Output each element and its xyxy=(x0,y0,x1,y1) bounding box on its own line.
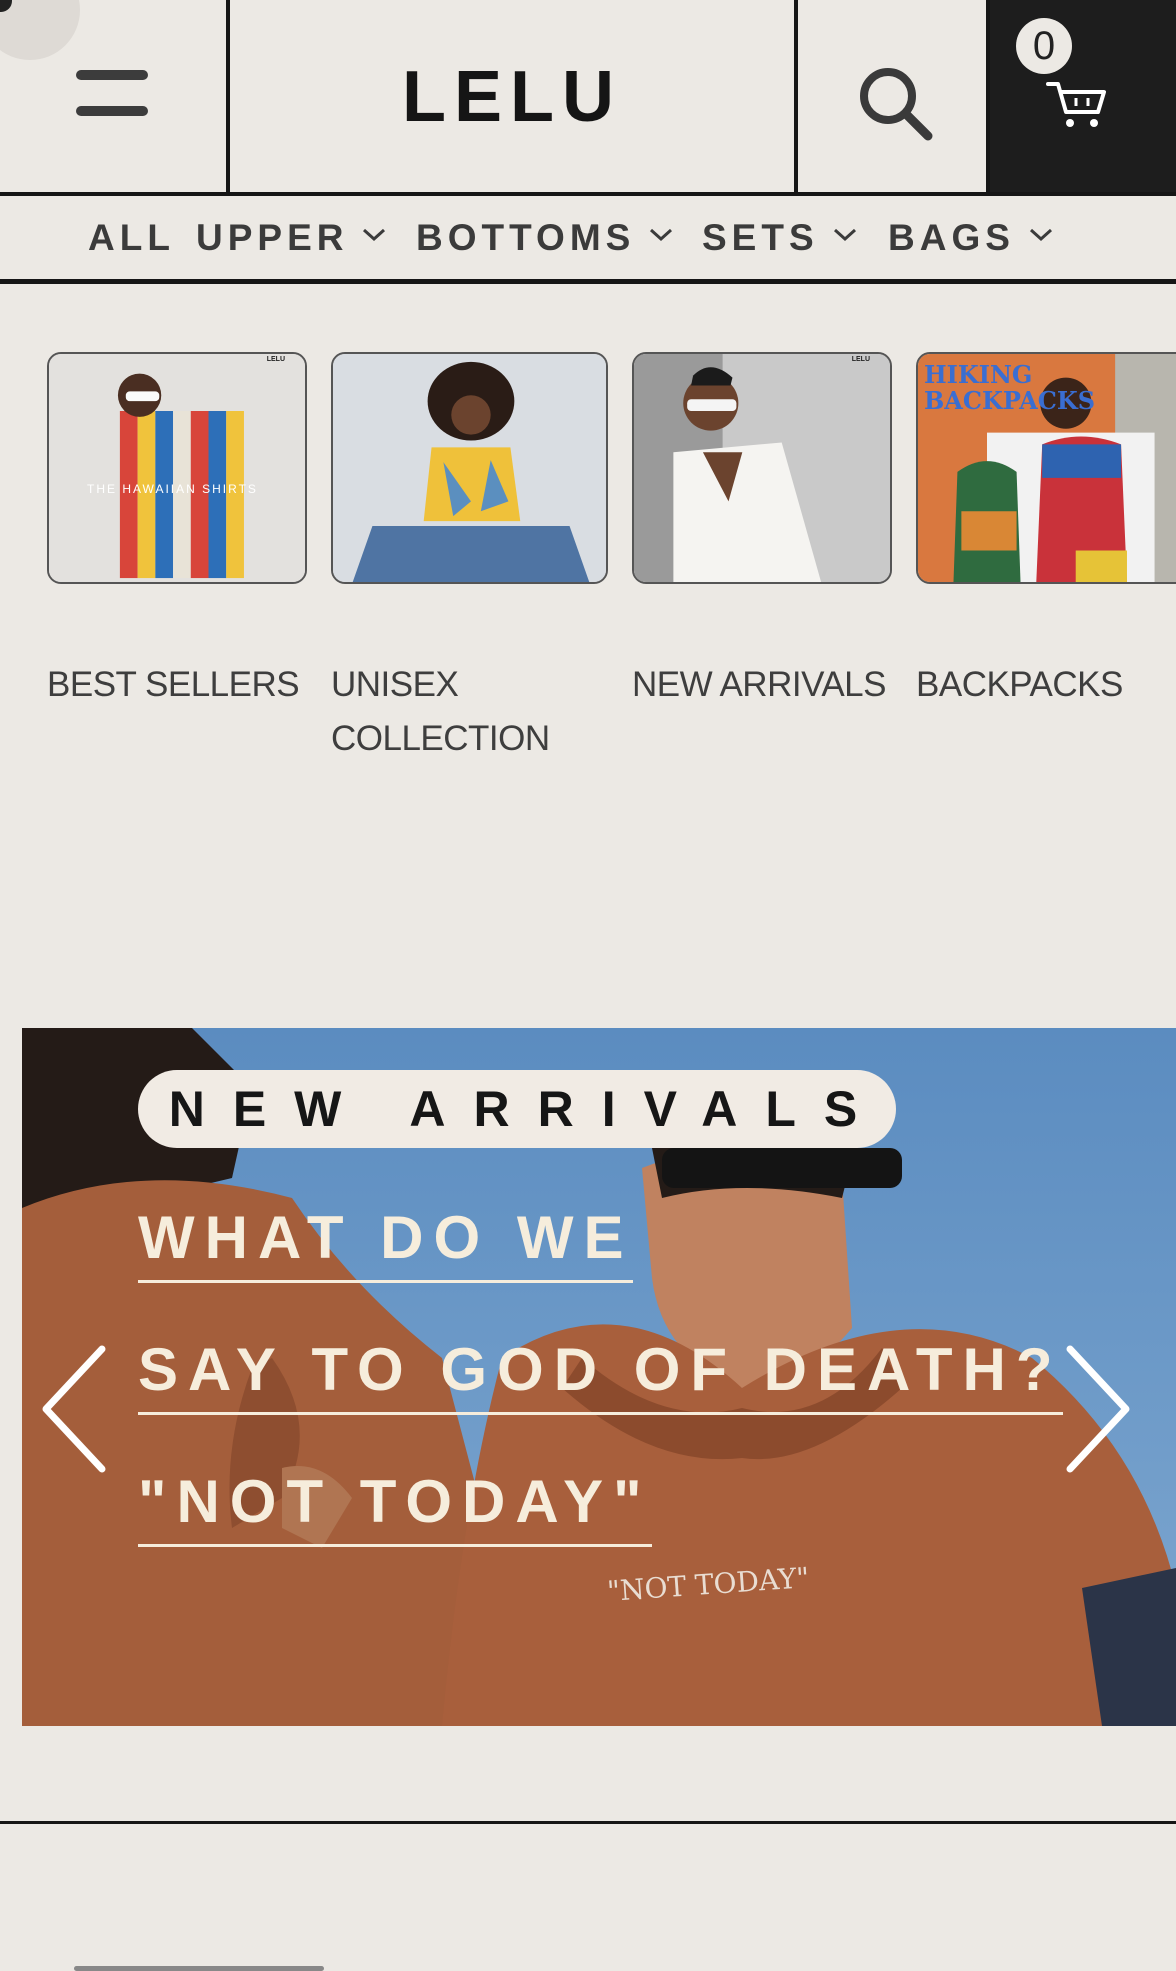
banner-headline-line-3: "NOT TODAY" xyxy=(138,1467,652,1547)
chevron-down-icon xyxy=(363,228,386,242)
chevron-right-icon[interactable] xyxy=(1062,1343,1134,1475)
logo-cell: LELU xyxy=(230,0,798,192)
chevron-down-icon xyxy=(1029,228,1052,242)
nav-item-label: UPPER xyxy=(196,217,349,258)
chevron-down-icon xyxy=(833,228,856,242)
section-divider xyxy=(0,1821,1176,1824)
site-logo[interactable]: LELU xyxy=(230,56,794,138)
nav-item-upper[interactable]: UPPER xyxy=(196,216,386,260)
collection-label-backpacks[interactable]: BACKPACKS xyxy=(916,658,1123,712)
chevron-down-icon xyxy=(650,228,673,242)
next-section-edge xyxy=(74,1966,324,1971)
menu-cell xyxy=(0,0,230,192)
corner-decoration xyxy=(0,0,80,60)
banner-headline-line-1: WHAT DO WE xyxy=(138,1203,634,1283)
tile-image-text: HIKING BACKPACKS xyxy=(924,360,1096,415)
nav-item-sets[interactable]: SETS xyxy=(702,216,857,260)
collection-label-new-arrivals[interactable]: NEW ARRIVALS xyxy=(632,658,886,712)
hamburger-icon[interactable] xyxy=(76,70,148,116)
nav-item-label: BAGS xyxy=(888,217,1015,258)
cart-cell[interactable]: 0 xyxy=(990,0,1176,192)
collection-label-best-sellers[interactable]: BEST SELLERS xyxy=(47,658,300,712)
tile-image-text: THE HAWAIIAN SHIRTS xyxy=(87,482,258,496)
collection-label-unisex[interactable]: UNISEX COLLECTION xyxy=(331,658,550,766)
banner-pill-label: NEW ARRIVALS xyxy=(138,1070,896,1148)
collection-image-unisex[interactable] xyxy=(331,352,608,584)
nav-item-label: BOTTOMS xyxy=(416,217,636,258)
chevron-left-icon[interactable] xyxy=(38,1343,110,1475)
nav-item-label: SETS xyxy=(702,217,819,258)
site-header: LELU 0 xyxy=(0,0,1176,196)
shopping-cart-icon[interactable] xyxy=(1046,78,1108,130)
nav-item-bottoms[interactable]: BOTTOMS xyxy=(416,216,673,260)
tile-brand: LELU xyxy=(851,356,870,363)
tile-brand: LELU xyxy=(266,356,285,363)
nav-item-bags[interactable]: BAGS xyxy=(888,216,1053,260)
collection-image-best-sellers[interactable]: THE HAWAIIAN SHIRTS LELU xyxy=(47,352,307,584)
collection-image-backpacks[interactable]: HIKING BACKPACKS xyxy=(916,352,1176,584)
hero-banner[interactable]: "NOT TODAY" NEW ARRIVALS WHAT DO WE SAY … xyxy=(22,1028,1176,1726)
nav-item-all[interactable]: ALL xyxy=(88,216,175,260)
cart-count-badge: 0 xyxy=(1016,18,1072,74)
banner-headline-line-2: SAY TO GOD OF DEATH? xyxy=(138,1335,1063,1415)
search-cell xyxy=(798,0,990,192)
nav-item-label: ALL xyxy=(88,217,175,258)
collection-image-new-arrivals[interactable]: LELU xyxy=(632,352,892,584)
search-icon[interactable] xyxy=(856,64,936,144)
category-nav: ALL UPPER BOTTOMS SETS BAGS xyxy=(0,196,1176,284)
